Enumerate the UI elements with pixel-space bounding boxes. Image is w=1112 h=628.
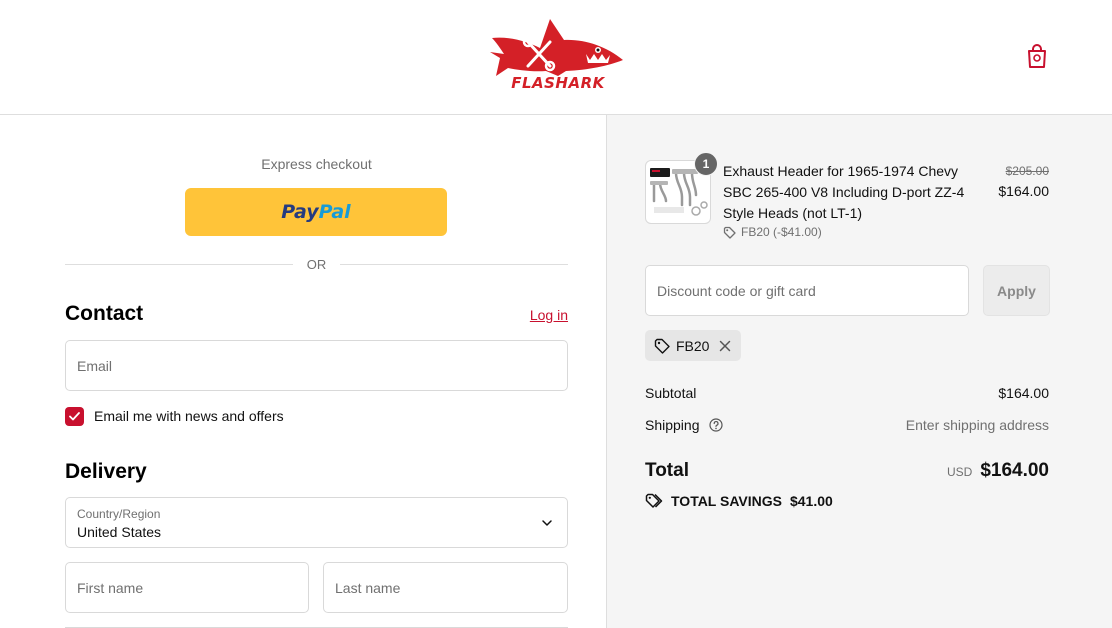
flashark-logo[interactable]: FLASHARK xyxy=(488,14,628,96)
product-name: Exhaust Header for 1965-1974 Chevy SBC 2… xyxy=(723,163,965,221)
total-label: Total xyxy=(645,460,689,481)
product-discount-text: FB20 (-$41.00) xyxy=(741,225,822,239)
paypal-logo: PayPal xyxy=(281,201,351,223)
applied-code-chip: FB20 xyxy=(645,330,742,361)
checkout-form-panel: Express checkout PayPal OR Contact Log i… xyxy=(0,115,606,628)
or-divider: OR xyxy=(65,255,568,273)
newsletter-checkbox-row[interactable]: Email me with news and offers xyxy=(65,406,284,426)
quantity-badge: 1 xyxy=(694,152,718,176)
divider-line xyxy=(340,263,568,265)
currency-code: USD xyxy=(946,465,973,479)
header: FLASHARK xyxy=(0,0,1112,115)
contact-title: Contact xyxy=(65,302,144,325)
shark-logo-icon xyxy=(490,19,623,76)
delivery-title: Delivery xyxy=(65,460,147,483)
country-value: United States xyxy=(77,524,162,540)
savings-amount: $41.00 xyxy=(789,493,833,509)
total-value-group: USD $164.00 xyxy=(947,460,1049,482)
close-icon xyxy=(720,340,731,351)
product-discount: FB20 (-$41.00) xyxy=(723,225,822,239)
express-checkout-label: Express checkout xyxy=(261,156,372,172)
country-label: Country/Region xyxy=(77,507,161,521)
email-field[interactable] xyxy=(65,340,568,391)
remove-code-button[interactable] xyxy=(719,340,731,352)
shipping-row: Shipping xyxy=(645,417,723,433)
or-text: OR xyxy=(306,256,327,272)
divider-line xyxy=(65,263,293,265)
newsletter-checkbox[interactable] xyxy=(65,406,84,426)
last-name-input[interactable] xyxy=(324,563,567,612)
cart-button[interactable] xyxy=(1024,42,1050,70)
savings-label: TOTAL SAVINGS xyxy=(671,493,782,509)
login-link[interactable]: Log in xyxy=(520,307,568,323)
savings-tag-icon xyxy=(645,493,663,508)
subtotal-value: $164.00 xyxy=(998,385,1049,401)
first-name-input[interactable] xyxy=(66,563,308,612)
total-savings: TOTAL SAVINGS $41.00 xyxy=(645,493,833,509)
total-amount: $164.00 xyxy=(980,460,1049,481)
chevron-down-icon xyxy=(542,520,552,526)
shipping-label: Shipping xyxy=(645,417,700,433)
shopping-bag-icon xyxy=(1028,44,1046,68)
applied-code-text: FB20 xyxy=(676,337,710,354)
country-select[interactable]: Country/Region United States xyxy=(65,497,568,548)
help-circle-icon[interactable] xyxy=(709,418,723,432)
original-price: $205.00 xyxy=(1005,164,1049,178)
last-name-field[interactable] xyxy=(323,562,568,613)
subtotal-label: Subtotal xyxy=(645,385,697,401)
shipping-value: Enter shipping address xyxy=(905,417,1049,433)
logo-wordmark: FLASHARK xyxy=(511,74,605,92)
tag-icon xyxy=(654,338,670,354)
first-name-field[interactable] xyxy=(65,562,309,613)
apply-discount-button[interactable]: Apply xyxy=(983,265,1050,316)
newsletter-label: Email me with news and offers xyxy=(94,408,284,424)
discount-code-field[interactable] xyxy=(645,265,969,316)
checkmark-icon xyxy=(69,411,80,420)
email-input[interactable] xyxy=(66,341,567,390)
discount-code-input[interactable] xyxy=(646,266,968,315)
tag-icon xyxy=(723,226,736,239)
order-summary-panel: 1 Exhaust Header for 1965-1974 Chevy SBC… xyxy=(606,115,1112,628)
paypal-button[interactable]: PayPal xyxy=(185,188,447,236)
product-price: $164.00 xyxy=(998,183,1049,199)
